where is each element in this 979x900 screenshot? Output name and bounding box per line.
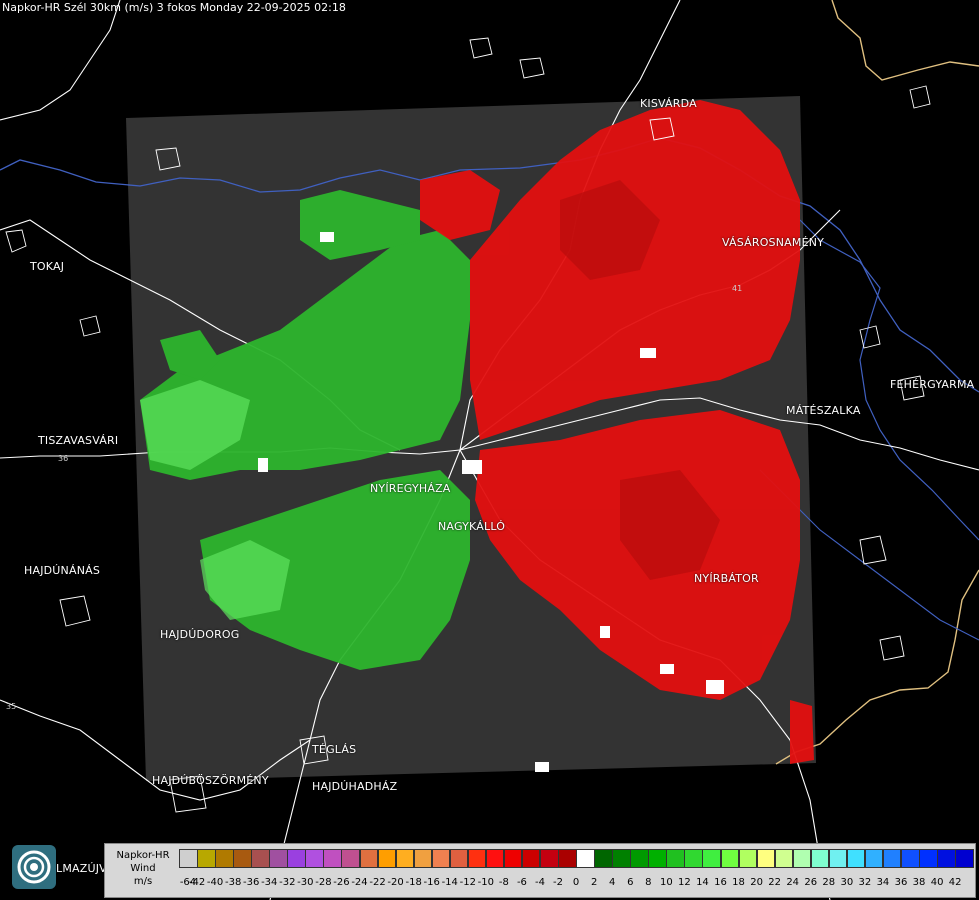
wind-color-legend: Napkor-HR Wind m/s -64 -42 -40 -38 -36 -34 -32… <box>104 843 976 898</box>
legend-swatch <box>828 849 848 868</box>
legend-swatch <box>630 849 649 868</box>
legend-swatch <box>666 849 685 868</box>
radar-map-view: Napkor-HR Szél 30km (m/s) 3 fokos Monday… <box>0 0 979 900</box>
city-label-hajduhadhaz: HAJDÚHADHÁZ <box>312 780 398 793</box>
city-label-nagykallo: NAGYKÁLLÓ <box>438 520 506 533</box>
legend-swatch <box>846 849 866 868</box>
legend-swatch <box>720 849 740 868</box>
legend-swatch <box>359 849 379 868</box>
legend-swatch <box>576 849 595 868</box>
legend-swatch <box>431 849 451 868</box>
legend-title: Napkor-HR Wind m/s <box>109 849 177 888</box>
legend-swatch <box>684 849 703 868</box>
country-border-line <box>831 0 979 81</box>
legend-swatch <box>323 849 342 868</box>
legend-swatch <box>955 849 974 868</box>
legend-swatch <box>648 849 667 868</box>
city-label-tiszavasvari: TISZAVASVÁRI <box>38 434 119 447</box>
legend-swatch <box>503 849 523 868</box>
city-label-hajduboszormeny: HAJDÚBÖSZÖRMÉNY <box>152 774 269 787</box>
legend-swatch <box>882 849 902 868</box>
legend-swatch <box>702 849 721 868</box>
city-label-nyiregyhaza: NYÍREGYHÁZA <box>370 482 451 495</box>
legend-swatch <box>521 849 541 868</box>
legend-swatch <box>233 849 252 868</box>
legend-swatch <box>738 849 758 868</box>
legend-title-line3: m/s <box>133 876 153 887</box>
legend-swatch <box>485 849 505 868</box>
legend-swatch <box>251 849 270 868</box>
road-northwest <box>0 0 121 121</box>
logo-icon <box>12 845 56 889</box>
legend-swatch <box>467 849 487 868</box>
legend-swatch <box>594 849 613 868</box>
legend-swatch <box>612 849 631 868</box>
legend-swatch <box>287 849 306 868</box>
city-label-tokaj: TOKAJ <box>30 260 65 273</box>
city-label-nyirbator: NYÍRBÁTOR <box>694 572 759 585</box>
legend-swatch <box>449 849 469 868</box>
radar-map-canvas <box>0 0 979 900</box>
legend-swatch <box>395 849 415 868</box>
legend-title-line2: Wind <box>130 863 156 874</box>
legend-swatch <box>540 849 559 868</box>
legend-swatch <box>864 849 884 868</box>
city-label-teglas: TÉGLÁS <box>312 743 357 756</box>
city-label-vasarosnameny: VÁSÁROSNAMÉNY <box>722 236 825 249</box>
legend-swatch <box>919 849 938 868</box>
city-label-kisvarda: KISVÁRDA <box>640 97 697 110</box>
road-number-36: 36 <box>58 454 69 463</box>
city-label-mateszalka: MÁTÉSZALKA <box>786 404 861 417</box>
legend-swatch <box>937 849 956 868</box>
legend-swatch <box>774 849 794 868</box>
legend-swatch <box>756 849 776 868</box>
legend-swatch <box>305 849 324 868</box>
header-title: Napkor-HR Szél 30km (m/s) 3 fokos Monday… <box>2 1 346 14</box>
legend-swatch <box>792 849 812 868</box>
legend-swatch <box>558 849 577 868</box>
legend-tick-label: 42 <box>948 877 962 888</box>
road-number-41: 41 <box>732 284 743 293</box>
legend-swatch <box>215 849 234 868</box>
legend-swatch <box>810 849 830 868</box>
road-number-35: 35 <box>6 702 17 711</box>
legend-swatch <box>197 849 216 868</box>
legend-swatch <box>179 849 198 868</box>
city-label-hajdunanas: HAJDÚNÁNÁS <box>24 564 101 577</box>
legend-swatch <box>413 849 433 868</box>
legend-swatch <box>901 849 920 868</box>
city-label-fehergyarmat: FEHÉRGYARMA <box>890 378 975 391</box>
legend-title-line1: Napkor-HR <box>116 850 170 861</box>
city-label-hajdudorog: HAJDÚDOROG <box>160 628 240 641</box>
legend-swatch <box>341 849 360 868</box>
legend-swatch <box>269 849 288 868</box>
legend-swatch <box>377 849 397 868</box>
